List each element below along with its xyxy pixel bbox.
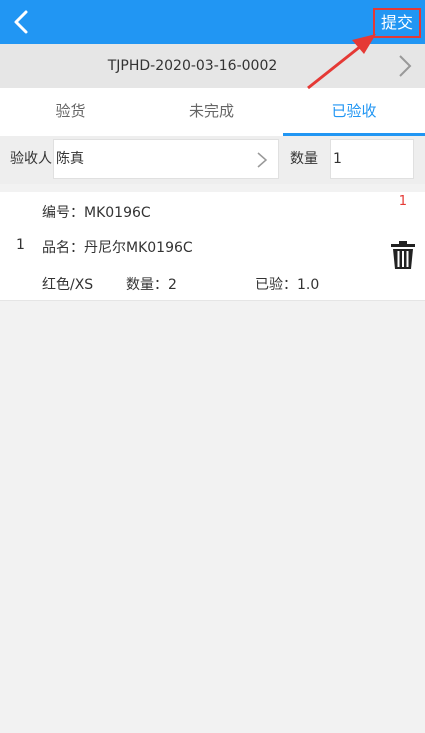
item-inspected: 已验：1.0 bbox=[255, 277, 320, 293]
trash-icon[interactable] bbox=[390, 240, 416, 270]
list-item[interactable]: 1 编号：MK0196C 品名：丹尼尔MK0196C 红色/XS 数量：2 已验… bbox=[0, 192, 425, 301]
quantity-input[interactable] bbox=[330, 139, 414, 179]
tab-inspect[interactable]: 验货 bbox=[0, 88, 141, 136]
tab-bar: 验货 未完成 已验收 bbox=[0, 88, 425, 136]
tab-incomplete[interactable]: 未完成 bbox=[141, 88, 282, 136]
item-color-size: 红色/XS bbox=[42, 277, 94, 293]
back-button[interactable] bbox=[8, 8, 36, 36]
document-number: TJPHD-2020-03-16-0002 bbox=[107, 58, 278, 74]
inspector-select[interactable]: 陈真 bbox=[53, 139, 279, 179]
inspector-label: 验收人 bbox=[10, 151, 52, 167]
item-index: 1 bbox=[16, 237, 25, 253]
top-bar: 提交 bbox=[0, 0, 425, 44]
submit-button[interactable]: 提交 bbox=[373, 8, 421, 38]
item-name: 品名：丹尼尔MK0196C bbox=[42, 240, 193, 256]
item-code: 编号：MK0196C bbox=[42, 205, 151, 221]
item-badge: 1 bbox=[398, 194, 407, 209]
chevron-left-icon bbox=[14, 10, 28, 34]
tab-accepted[interactable]: 已验收 bbox=[283, 88, 425, 136]
quantity-label: 数量 bbox=[290, 151, 318, 167]
chevron-right-icon[interactable] bbox=[397, 54, 413, 78]
chevron-right-icon bbox=[257, 152, 268, 168]
item-quantity: 数量：2 bbox=[126, 277, 177, 293]
document-bar[interactable]: TJPHD-2020-03-16-0002 bbox=[0, 44, 425, 88]
inspector-value: 陈真 bbox=[56, 151, 84, 167]
filter-bar: 验收人 陈真 数量 bbox=[0, 136, 425, 184]
